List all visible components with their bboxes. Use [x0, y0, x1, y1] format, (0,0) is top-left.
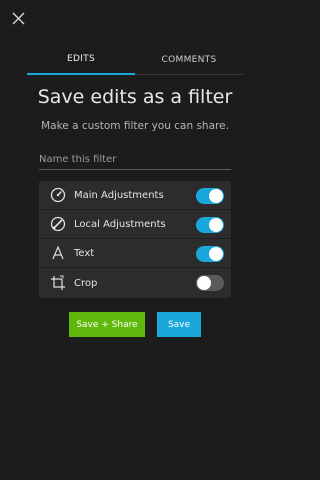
main-adjustments-toggle[interactable]: [196, 188, 224, 204]
option-local-adjustments: Local Adjustments: [39, 210, 231, 239]
option-label: Text: [74, 247, 95, 259]
option-text: Text: [39, 239, 231, 268]
filter-name-input[interactable]: [39, 149, 231, 170]
save-button[interactable]: Save: [157, 312, 201, 337]
tab-edits[interactable]: EDITS: [27, 45, 135, 75]
text-icon: [48, 243, 68, 263]
local-adjustments-toggle[interactable]: [196, 217, 224, 233]
crop-icon: [48, 273, 68, 293]
text-toggle[interactable]: [196, 246, 224, 262]
page-title: Save edits as a filter: [37, 86, 233, 108]
filter-options-list: Main Adjustments Local Adjustments Text: [39, 181, 231, 298]
tab-bar: EDITS COMMENTS: [27, 45, 243, 75]
close-icon: [12, 12, 24, 24]
brush-icon: [48, 214, 68, 234]
save-share-button[interactable]: Save + Share: [69, 312, 145, 337]
option-label: Crop: [74, 277, 98, 289]
option-label: Main Adjustments: [74, 189, 164, 201]
option-main-adjustments: Main Adjustments: [39, 181, 231, 210]
dial-icon: [48, 185, 68, 205]
page-subtitle: Make a custom filter you can share.: [41, 120, 229, 132]
option-crop: Crop: [39, 268, 231, 298]
crop-toggle[interactable]: [196, 275, 224, 291]
close-button[interactable]: [8, 8, 28, 28]
tab-comments[interactable]: COMMENTS: [135, 45, 243, 75]
option-label: Local Adjustments: [74, 218, 166, 230]
